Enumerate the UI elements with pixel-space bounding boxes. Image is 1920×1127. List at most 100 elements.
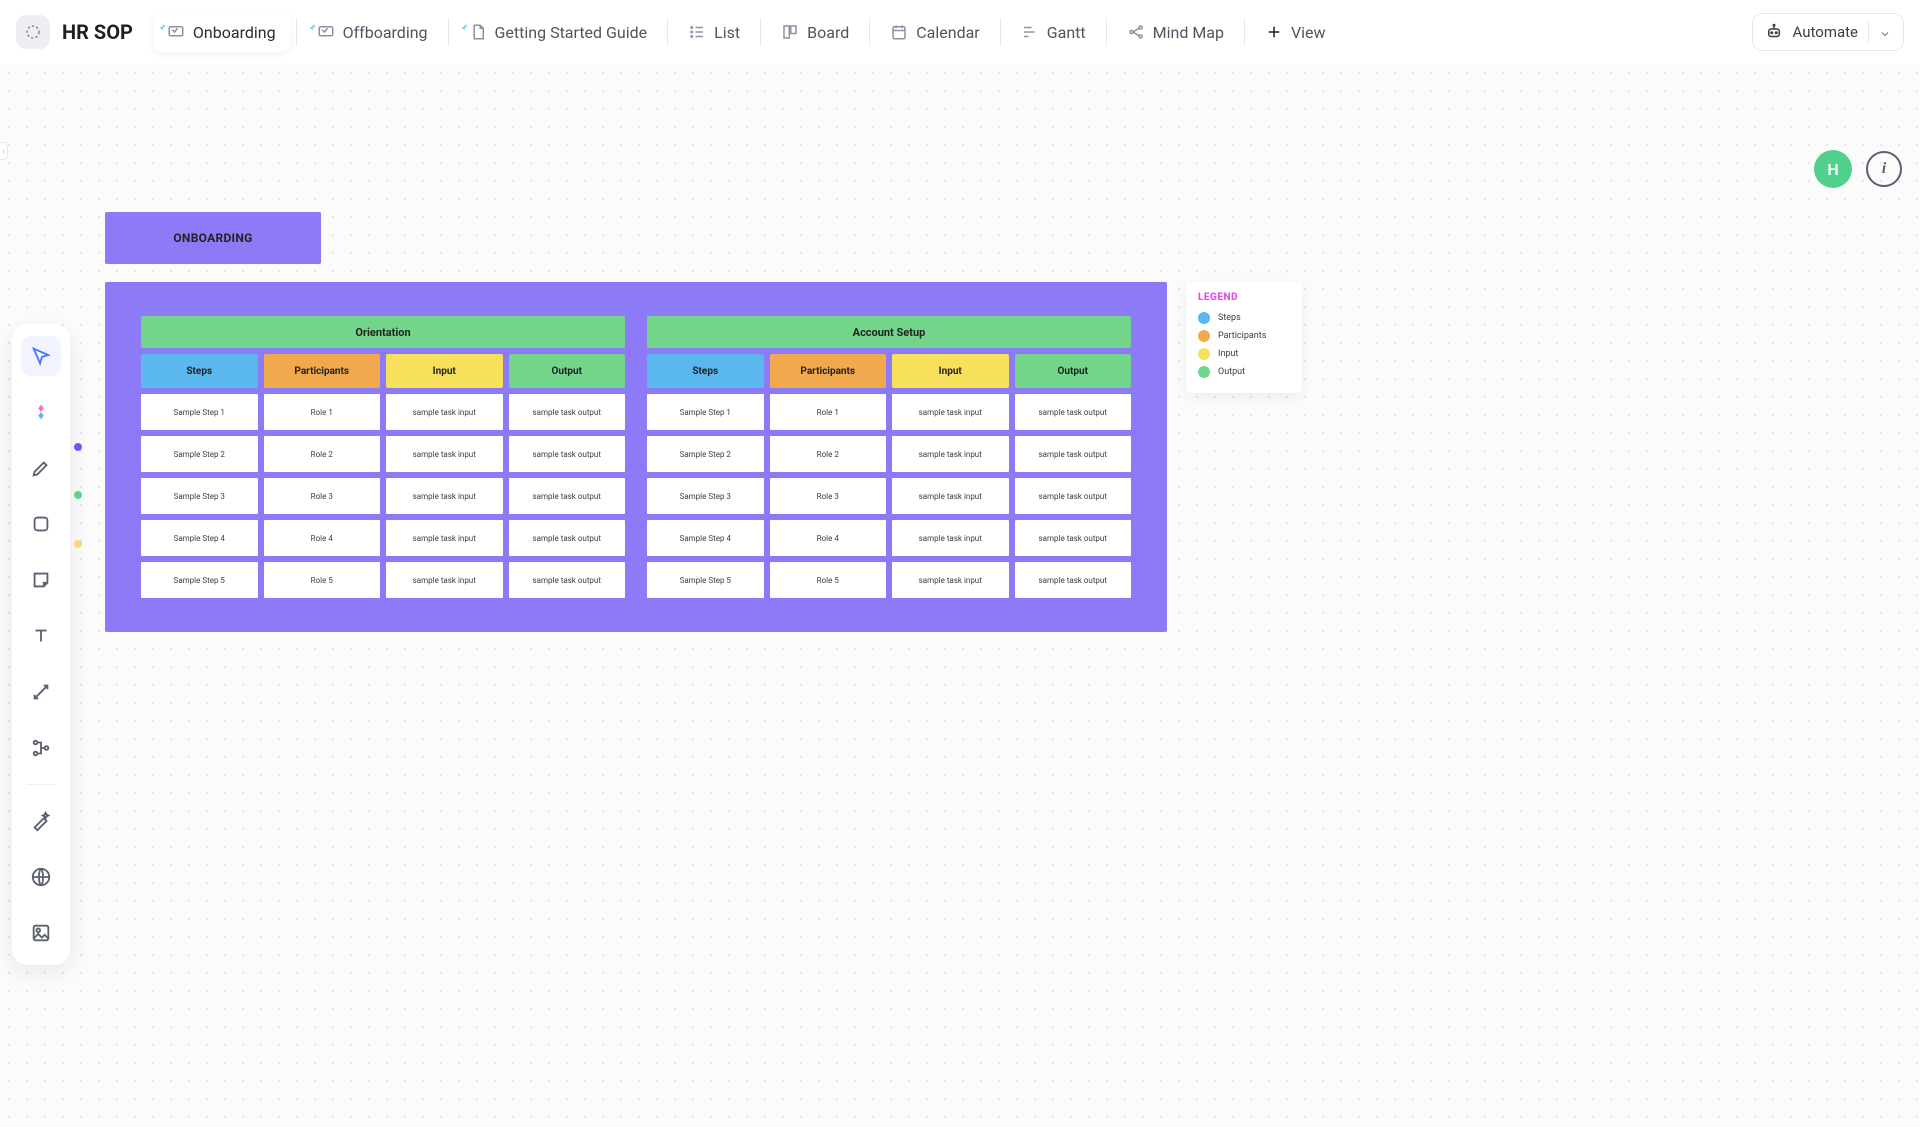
tool-connector[interactable]: [21, 672, 61, 712]
tool-image[interactable]: [21, 913, 61, 953]
cell[interactable]: sample task input: [386, 478, 503, 514]
table-row: Sample Step 4 Role 4 sample task input s…: [141, 520, 625, 556]
col-header-steps[interactable]: Steps: [647, 354, 764, 388]
col-header-participants[interactable]: Participants: [770, 354, 887, 388]
legend-item-participants: Participants: [1198, 327, 1290, 345]
cell[interactable]: Sample Step 1: [141, 394, 258, 430]
legend-label: Steps: [1218, 313, 1241, 323]
cell[interactable]: sample task output: [1015, 436, 1132, 472]
gantt-icon: [1021, 23, 1039, 41]
legend-label: Input: [1218, 349, 1238, 359]
tool-effects[interactable]: [21, 801, 61, 841]
cell[interactable]: sample task input: [892, 394, 1009, 430]
legend-item-output: Output: [1198, 363, 1290, 381]
col-header-output[interactable]: Output: [1015, 354, 1132, 388]
tool-web[interactable]: [21, 857, 61, 897]
cell[interactable]: Role 3: [770, 478, 887, 514]
cell[interactable]: Sample Step 3: [647, 478, 764, 514]
add-view-button[interactable]: View: [1251, 13, 1340, 52]
cell[interactable]: Sample Step 5: [141, 562, 258, 598]
app-title: HR SOP: [62, 20, 133, 44]
cell[interactable]: sample task output: [509, 562, 626, 598]
cell[interactable]: sample task input: [892, 562, 1009, 598]
tool-pen[interactable]: [21, 448, 61, 488]
cell[interactable]: Sample Step 3: [141, 478, 258, 514]
cell[interactable]: Role 2: [770, 436, 887, 472]
tab-onboarding[interactable]: Onboarding: [153, 13, 290, 52]
indicator-dot-blue: [74, 443, 82, 451]
section-title[interactable]: Account Setup: [647, 316, 1131, 348]
cell[interactable]: sample task output: [509, 520, 626, 556]
cell[interactable]: Sample Step 2: [647, 436, 764, 472]
pin-icon: [157, 17, 167, 27]
cell[interactable]: Sample Step 4: [647, 520, 764, 556]
list-icon: [688, 23, 706, 41]
legend-item-input: Input: [1198, 345, 1290, 363]
whiteboard-canvas[interactable]: ‹ H i ONBOARDING Orientation Steps Parti…: [0, 64, 1920, 1127]
automate-label: Automate: [1793, 23, 1858, 41]
cell[interactable]: Role 1: [770, 394, 887, 430]
tab-gantt[interactable]: Gantt: [1007, 13, 1100, 52]
legend-title: LEGEND: [1198, 292, 1290, 303]
tool-flowchart[interactable]: [21, 728, 61, 768]
cell[interactable]: Sample Step 5: [647, 562, 764, 598]
cell[interactable]: sample task input: [386, 436, 503, 472]
tab-board[interactable]: Board: [767, 13, 863, 52]
col-header-steps[interactable]: Steps: [141, 354, 258, 388]
automate-button[interactable]: Automate: [1752, 13, 1904, 51]
tab-offboarding[interactable]: Offboarding: [303, 13, 442, 52]
tool-ai[interactable]: [21, 392, 61, 432]
col-header-output[interactable]: Output: [509, 354, 626, 388]
tab-calendar[interactable]: Calendar: [876, 13, 993, 52]
tool-text[interactable]: [21, 616, 61, 656]
cell[interactable]: sample task output: [509, 394, 626, 430]
tab-getting-started[interactable]: Getting Started Guide: [455, 13, 662, 52]
cell[interactable]: Role 5: [770, 562, 887, 598]
cell[interactable]: Role 5: [264, 562, 381, 598]
tool-shape[interactable]: [21, 504, 61, 544]
cell[interactable]: Sample Step 2: [141, 436, 258, 472]
section-title[interactable]: Orientation: [141, 316, 625, 348]
indicator-dot-yellow: [74, 540, 82, 548]
onboarding-board[interactable]: Orientation Steps Participants Input Out…: [105, 282, 1167, 632]
legend-dot: [1198, 312, 1210, 324]
cell[interactable]: Sample Step 4: [141, 520, 258, 556]
user-avatar[interactable]: H: [1814, 150, 1852, 188]
edge-collapse-handle[interactable]: ‹: [0, 142, 8, 160]
cell[interactable]: sample task input: [386, 394, 503, 430]
col-header-participants[interactable]: Participants: [264, 354, 381, 388]
board-title-badge[interactable]: ONBOARDING: [105, 212, 321, 264]
cell[interactable]: sample task input: [892, 436, 1009, 472]
cell[interactable]: sample task input: [892, 478, 1009, 514]
cell[interactable]: sample task output: [509, 478, 626, 514]
cell[interactable]: sample task output: [1015, 520, 1132, 556]
cell[interactable]: sample task output: [509, 436, 626, 472]
cell[interactable]: Role 1: [264, 394, 381, 430]
tab-mind-map[interactable]: Mind Map: [1113, 13, 1238, 52]
cell[interactable]: sample task input: [892, 520, 1009, 556]
legend-dot: [1198, 348, 1210, 360]
cell[interactable]: sample task output: [1015, 394, 1132, 430]
cell[interactable]: sample task output: [1015, 562, 1132, 598]
tab-list[interactable]: List: [674, 13, 754, 52]
cell[interactable]: Sample Step 1: [647, 394, 764, 430]
table-row: Sample Step 5 Role 5 sample task input s…: [647, 562, 1131, 598]
separator: [296, 18, 297, 46]
cell[interactable]: sample task output: [1015, 478, 1132, 514]
info-button[interactable]: i: [1866, 151, 1902, 187]
cell[interactable]: sample task input: [386, 520, 503, 556]
col-header-input[interactable]: Input: [892, 354, 1009, 388]
cell[interactable]: Role 3: [264, 478, 381, 514]
tab-label: Offboarding: [343, 23, 428, 42]
tool-select[interactable]: [21, 336, 61, 376]
cell[interactable]: Role 4: [770, 520, 887, 556]
cell[interactable]: Role 2: [264, 436, 381, 472]
cell[interactable]: Role 4: [264, 520, 381, 556]
chevron-down-icon[interactable]: [1879, 26, 1891, 38]
tool-sticky-note[interactable]: [21, 560, 61, 600]
view-tabs: Onboarding Offboarding Getting Started G…: [153, 13, 1340, 52]
legend-panel[interactable]: LEGEND Steps Participants Input Output: [1186, 282, 1302, 393]
cell[interactable]: sample task input: [386, 562, 503, 598]
col-header-input[interactable]: Input: [386, 354, 503, 388]
table-row: Sample Step 2 Role 2 sample task input s…: [647, 436, 1131, 472]
